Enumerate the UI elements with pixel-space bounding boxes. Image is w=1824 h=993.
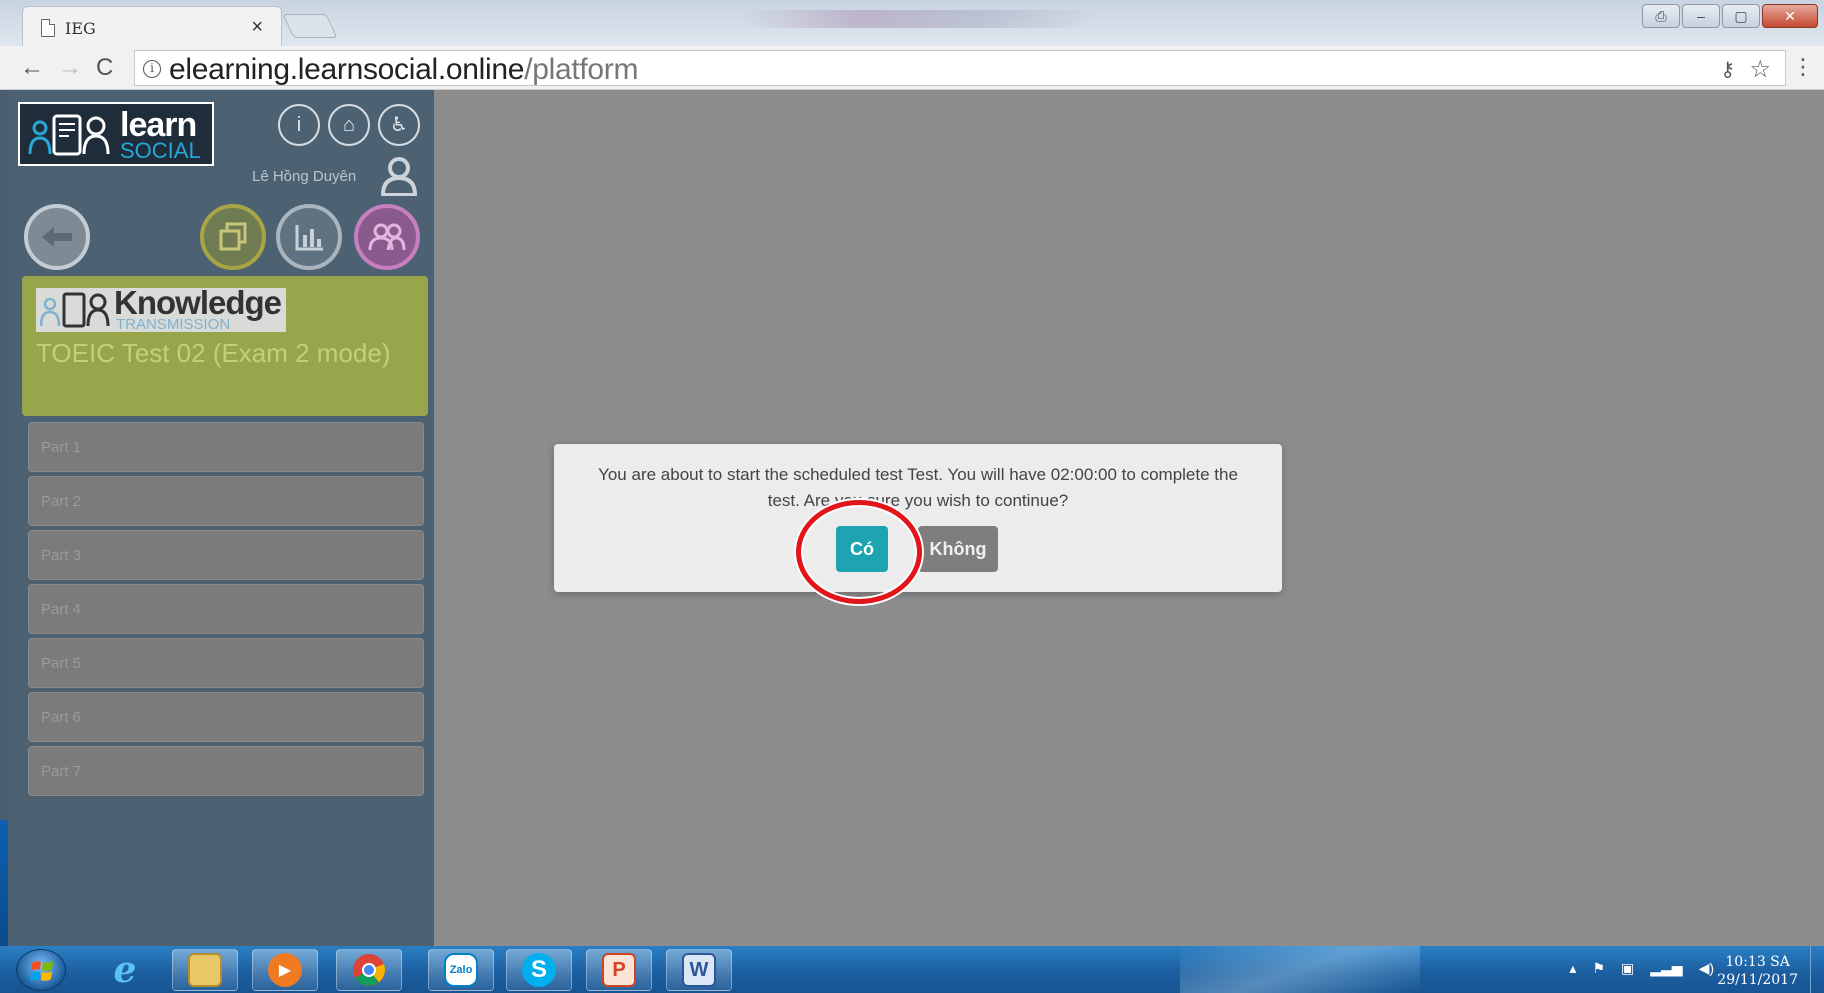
chrome-icon — [353, 954, 385, 986]
show-desktop-button[interactable] — [1810, 946, 1824, 993]
window-title-blurred — [740, 10, 1100, 28]
part-item-4[interactable]: Part 4 — [28, 584, 424, 634]
folder-icon — [188, 953, 222, 987]
part-item-1[interactable]: Part 1 — [28, 422, 424, 472]
action-center-flag-icon[interactable]: ⚑ — [1592, 960, 1605, 977]
highlight-circle — [796, 500, 922, 604]
part-item-7[interactable]: Part 7 — [28, 746, 424, 796]
taskbar: e ▶ Zalo S P W ▴ ⚑ ▣ ▂▃▅ ◀) 10:13 SA 29/… — [0, 946, 1824, 993]
taskbar-word[interactable]: W — [666, 949, 732, 991]
user-name: Lê Hồng Duyên — [252, 168, 357, 185]
copy-button[interactable] — [200, 204, 266, 270]
learnsocial-logo[interactable]: learn SOCIAL — [18, 102, 214, 166]
media-player-icon: ▶ — [268, 953, 302, 987]
accessibility-icon[interactable]: ♿ — [378, 104, 420, 146]
taskbar-zalo[interactable]: Zalo — [428, 949, 494, 991]
part-label: Part 4 — [41, 601, 82, 618]
clock-time: 10:13 SA — [1725, 954, 1790, 970]
copy-icon — [219, 222, 247, 251]
back-arrow-icon[interactable]: ← — [20, 54, 44, 82]
taskbar-powerpoint[interactable]: P — [586, 949, 652, 991]
part-label: Part 2 — [41, 493, 82, 510]
knowledge-transmission-logo: Knowledge TRANSMISSION — [36, 284, 286, 333]
forward-arrow-icon[interactable]: → — [58, 54, 82, 82]
home-icon[interactable]: ⌂ — [328, 104, 370, 146]
part-item-3[interactable]: Part 3 — [28, 530, 424, 580]
course-title: TOEIC Test 02 (Exam 2 mode) — [36, 338, 391, 368]
network-device-icon[interactable]: ▣ — [1621, 960, 1634, 977]
clock-date: 29/11/2017 — [1717, 972, 1798, 988]
learnsocial-figures-icon — [28, 114, 110, 156]
knowledge-figures-icon — [40, 292, 110, 328]
part-label: Part 6 — [41, 709, 82, 726]
word-icon: W — [682, 953, 716, 987]
site-info-icon[interactable]: i — [143, 60, 161, 78]
skype-icon: S — [522, 953, 556, 987]
taskbar-skype[interactable]: S — [506, 949, 572, 991]
volume-icon[interactable]: ◀) — [1699, 960, 1714, 977]
browser-tabbar: IEG × ⎙ – ▢ ✕ — [0, 0, 1824, 46]
sidebar: learn SOCIAL i ⌂ ♿ Lê Hồng Duyên Knowled… — [8, 90, 434, 946]
stats-icon — [295, 225, 323, 251]
close-window-button[interactable]: ✕ — [1762, 4, 1818, 28]
ie-icon: e — [113, 949, 137, 991]
maximize-button[interactable]: ▢ — [1722, 4, 1760, 28]
info-icon[interactable]: i — [278, 104, 320, 146]
taskbar-ie[interactable]: e — [92, 949, 158, 991]
url-text: elearning.learnsocial.online/platform — [169, 53, 639, 87]
taskbar-explorer[interactable] — [172, 949, 238, 991]
system-tray: ▴ ⚑ ▣ ▂▃▅ ◀) — [1569, 960, 1714, 977]
course-card[interactable]: Knowledge TRANSMISSION TOEIC Test 02 (Ex… — [22, 276, 428, 416]
part-item-2[interactable]: Part 2 — [28, 476, 424, 526]
logo-social-text: SOCIAL — [120, 138, 201, 163]
part-label: Part 1 — [41, 439, 82, 456]
browser-tab[interactable]: IEG × — [22, 6, 282, 46]
reload-icon[interactable]: C — [96, 54, 113, 82]
part-label: Part 7 — [41, 763, 82, 780]
taskbar-glow — [1180, 946, 1420, 993]
back-button[interactable] — [24, 204, 90, 270]
part-item-6[interactable]: Part 6 — [28, 692, 424, 742]
minimize-button[interactable]: – — [1682, 4, 1720, 28]
part-label: Part 3 — [41, 547, 82, 564]
user-avatar-icon[interactable] — [380, 156, 418, 196]
part-item-5[interactable]: Part 5 — [28, 638, 424, 688]
url-host: elearning.learnsocial.online — [169, 53, 525, 86]
url-input[interactable]: i elearning.learnsocial.online/platform … — [134, 50, 1786, 86]
no-button[interactable]: Không — [918, 526, 998, 572]
start-button[interactable] — [16, 949, 66, 991]
page-icon — [41, 19, 55, 37]
window-extra-button[interactable]: ⎙ — [1642, 4, 1680, 28]
dialog-message: You are about to start the scheduled tes… — [598, 465, 1238, 510]
desktop-edge — [0, 820, 8, 946]
new-tab-button[interactable] — [282, 14, 338, 38]
taskbar-media[interactable]: ▶ — [252, 949, 318, 991]
taskbar-chrome[interactable] — [336, 949, 402, 991]
powerpoint-icon: P — [602, 953, 636, 987]
url-path: /platform — [524, 53, 639, 86]
part-label: Part 5 — [41, 655, 82, 672]
window-controls: ⎙ – ▢ ✕ — [1642, 4, 1818, 30]
windows-logo-icon — [30, 961, 53, 981]
zalo-icon: Zalo — [444, 953, 478, 987]
clock[interactable]: 10:13 SA 29/11/2017 — [1717, 953, 1798, 989]
group-icon — [368, 223, 406, 251]
tab-close-button[interactable]: × — [251, 16, 263, 39]
signal-icon[interactable]: ▂▃▅ — [1650, 960, 1682, 977]
group-button[interactable] — [354, 204, 420, 270]
address-bar: ← → C i elearning.learnsocial.online/pla… — [0, 46, 1824, 90]
browser-menu-icon[interactable]: ⋮ — [1792, 54, 1814, 80]
key-icon[interactable]: ⚷ — [1720, 57, 1735, 82]
bookmark-star-icon[interactable]: ☆ — [1749, 55, 1771, 84]
tab-title: IEG — [65, 19, 96, 38]
transmission-text: TRANSMISSION — [116, 316, 231, 333]
stats-button[interactable] — [276, 204, 342, 270]
tray-expand-icon[interactable]: ▴ — [1569, 960, 1576, 977]
back-icon — [42, 227, 72, 247]
